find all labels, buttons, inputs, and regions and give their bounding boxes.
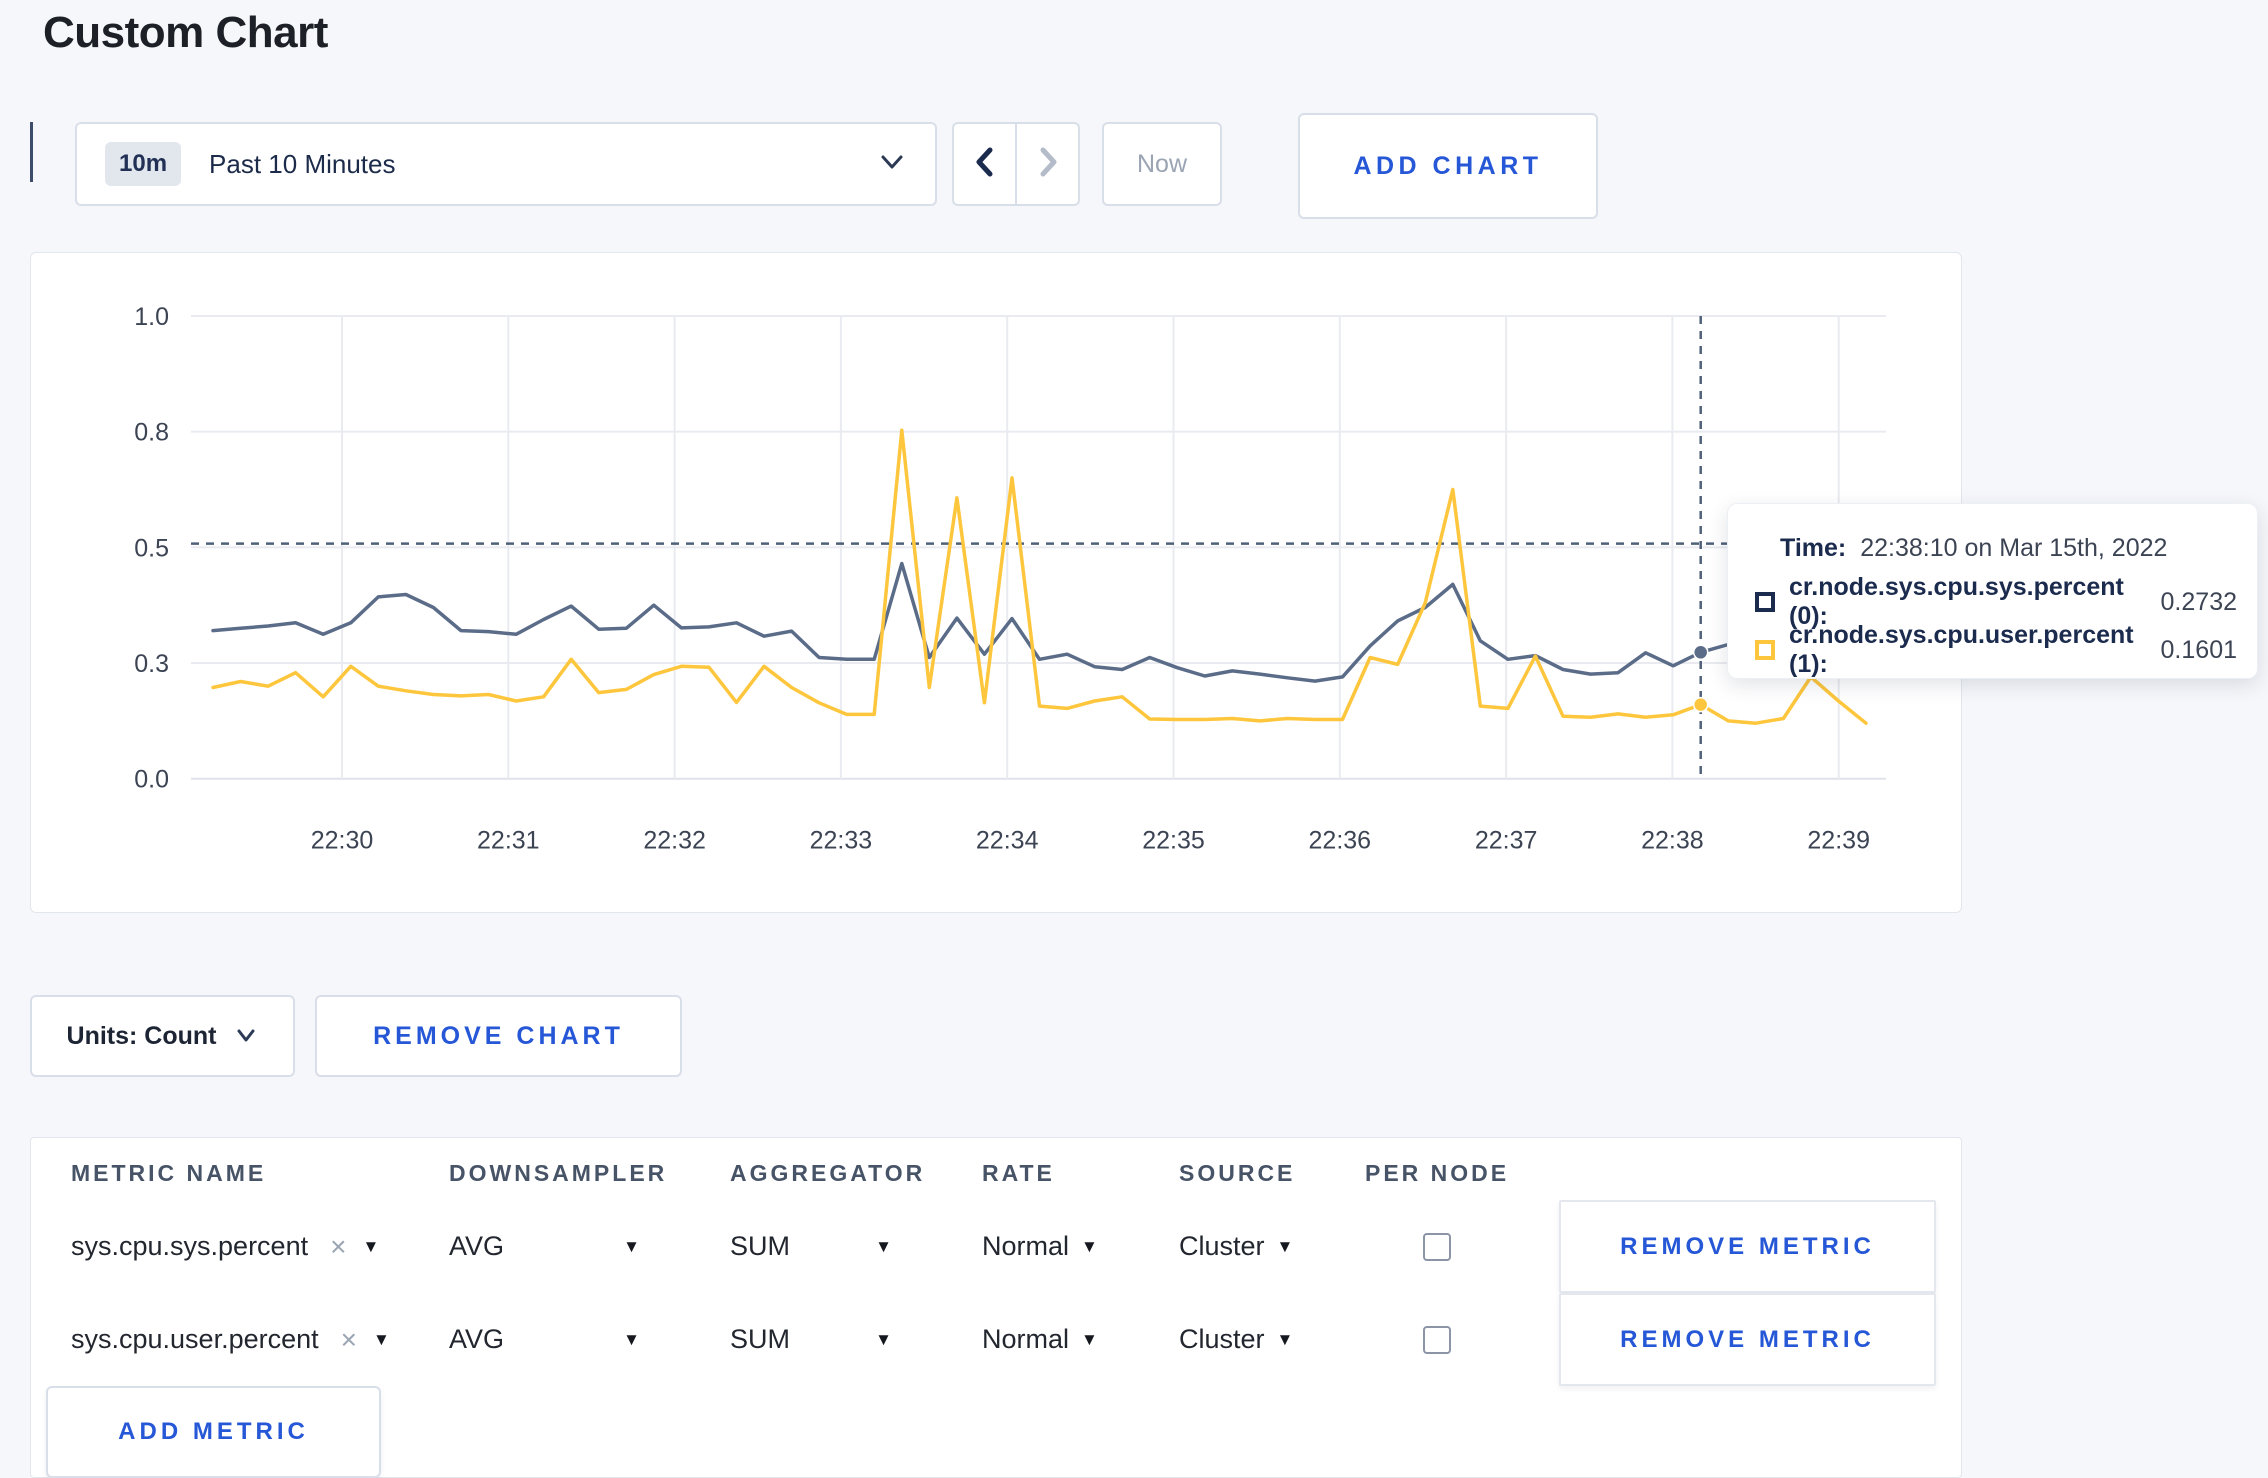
dropdown-caret-icon: ▼ <box>623 1329 640 1349</box>
prev-range-button[interactable] <box>954 124 1017 204</box>
y-tick-label: 0.5 <box>134 534 169 562</box>
chart-tooltip: Time: 22:38:10 on Mar 15th, 2022 cr.node… <box>1727 503 2258 679</box>
rate-select[interactable]: Normal ▼ <box>982 1231 1179 1262</box>
dropdown-caret-icon: ▼ <box>623 1236 640 1256</box>
x-tick-label: 22:38 <box>1641 827 1704 855</box>
chevron-down-icon <box>234 1022 258 1051</box>
col-header-aggregator: AGGREGATOR <box>730 1159 926 1186</box>
x-tick-label: 22:34 <box>976 827 1039 855</box>
metric-select[interactable]: sys.cpu.user.percent × ▼ <box>71 1324 449 1356</box>
chevron-down-icon <box>877 152 907 177</box>
add-chart-button[interactable]: ADD CHART <box>1298 113 1598 219</box>
aggregator-select[interactable]: SUM ▼ <box>730 1324 982 1355</box>
time-range-label: Past 10 Minutes <box>209 148 396 179</box>
remove-metric-button[interactable]: REMOVE METRIC <box>1559 1293 1936 1386</box>
dropdown-caret-icon[interactable]: ▼ <box>373 1330 390 1350</box>
x-tick-label: 22:35 <box>1142 827 1205 855</box>
toolbar-left-rule <box>30 122 33 182</box>
source-value: Cluster <box>1179 1324 1265 1354</box>
downsampler-value: AVG <box>449 1324 505 1354</box>
time-range-pager <box>952 122 1080 206</box>
x-tick-label: 22:36 <box>1309 827 1372 855</box>
tooltip-series-row: cr.node.sys.cpu.sys.percent (0): 0.2732 <box>1755 573 2237 630</box>
x-tick-label: 22:33 <box>810 827 873 855</box>
hover-point-0 <box>1692 644 1709 661</box>
x-tick-label: 22:31 <box>477 827 540 855</box>
tooltip-series-value: 0.1601 <box>2160 635 2237 664</box>
add-metric-button[interactable]: ADD METRIC <box>46 1386 381 1478</box>
clear-metric-icon[interactable]: × <box>341 1324 357 1356</box>
tooltip-series-value: 0.2732 <box>2160 587 2237 616</box>
dropdown-caret-icon[interactable]: ▼ <box>362 1237 379 1257</box>
metrics-table-card: METRIC NAME DOWNSAMPLER AGGREGATOR RATE … <box>30 1137 1962 1478</box>
next-range-button[interactable] <box>1017 124 1078 204</box>
source-select[interactable]: Cluster ▼ <box>1179 1324 1365 1355</box>
col-header-source: SOURCE <box>1179 1159 1296 1186</box>
dropdown-caret-icon: ▼ <box>1081 1236 1098 1256</box>
dropdown-caret-icon: ▼ <box>875 1236 892 1256</box>
x-tick-label: 22:30 <box>311 827 374 855</box>
metric-row: sys.cpu.sys.percent × ▼ AVG ▼ SUM ▼ Norm… <box>31 1200 1961 1293</box>
source-value: Cluster <box>1179 1231 1265 1261</box>
downsampler-select[interactable]: AVG ▼ <box>449 1231 730 1262</box>
y-tick-label: 0.8 <box>134 419 169 447</box>
metric-select[interactable]: sys.cpu.sys.percent × ▼ <box>71 1231 449 1263</box>
metric-name: sys.cpu.sys.percent <box>71 1231 309 1261</box>
tooltip-series-label: cr.node.sys.cpu.user.percent (1): <box>1789 621 2134 678</box>
custom-chart-page: Custom Chart 10m Past 10 Minutes Now ADD… <box>0 0 2268 1478</box>
col-header-rate: RATE <box>982 1159 1055 1186</box>
y-gridlines: 0.0 0.3 0.5 0.8 1.0 <box>134 303 1886 794</box>
x-tick-label: 22:37 <box>1475 827 1538 855</box>
series-swatch-user <box>1755 640 1775 660</box>
chevron-left-icon <box>972 145 998 184</box>
dropdown-caret-icon: ▼ <box>1276 1329 1294 1349</box>
x-gridlines: 22:30 22:31 22:32 22:33 22:34 22:35 22:36 22:37… <box>311 316 1870 855</box>
tooltip-time: Time: 22:38:10 on Mar 15th, 2022 <box>1780 532 2237 564</box>
col-header-per-node: PER NODE <box>1365 1159 1510 1186</box>
col-header-metric-name: METRIC NAME <box>71 1159 267 1186</box>
y-tick-label: 0.0 <box>134 766 169 794</box>
source-select[interactable]: Cluster ▼ <box>1179 1231 1365 1262</box>
aggregator-select[interactable]: SUM ▼ <box>730 1231 982 1262</box>
per-node-checkbox[interactable] <box>1423 1325 1451 1354</box>
series-line-1 <box>211 428 1868 725</box>
metric-name: sys.cpu.user.percent <box>71 1324 319 1354</box>
x-tick-label: 22:39 <box>1807 827 1870 855</box>
metric-row: sys.cpu.user.percent × ▼ AVG ▼ SUM ▼ Nor… <box>31 1293 1961 1386</box>
dropdown-caret-icon: ▼ <box>875 1329 892 1349</box>
rate-value: Normal <box>982 1324 1070 1354</box>
per-node-checkbox[interactable] <box>1423 1232 1451 1261</box>
x-tick-label: 22:32 <box>643 827 706 855</box>
series-swatch-sys <box>1755 592 1775 612</box>
y-tick-label: 0.3 <box>134 650 169 678</box>
downsampler-value: AVG <box>449 1231 505 1261</box>
tooltip-time-value: 22:38:10 on Mar 15th, 2022 <box>1860 533 2168 562</box>
hover-point-1 <box>1692 696 1709 713</box>
remove-chart-button[interactable]: REMOVE CHART <box>315 995 682 1077</box>
chart-card: 0.0 0.3 0.5 0.8 1.0 22:30 22:31 22:32 22:33 22:34… <box>30 252 1962 913</box>
aggregator-value: SUM <box>730 1324 790 1354</box>
clear-metric-icon[interactable]: × <box>330 1231 346 1263</box>
aggregator-value: SUM <box>730 1231 790 1261</box>
y-tick-label: 1.0 <box>134 303 169 331</box>
metrics-table-header: METRIC NAME DOWNSAMPLER AGGREGATOR RATE … <box>31 1138 1961 1200</box>
time-range-dropdown[interactable]: 10m Past 10 Minutes <box>75 122 937 206</box>
units-dropdown[interactable]: Units: Count <box>30 995 295 1077</box>
page-title: Custom Chart <box>43 8 328 57</box>
tooltip-series-row: cr.node.sys.cpu.user.percent (1): 0.1601 <box>1755 621 2237 678</box>
col-header-downsampler: DOWNSAMPLER <box>449 1159 668 1186</box>
tooltip-time-label: Time: <box>1780 533 1847 562</box>
chevron-right-icon <box>1035 145 1061 184</box>
time-range-badge: 10m <box>105 142 182 186</box>
remove-metric-button[interactable]: REMOVE METRIC <box>1559 1200 1936 1293</box>
now-button[interactable]: Now <box>1102 122 1222 206</box>
rate-select[interactable]: Normal ▼ <box>982 1324 1179 1355</box>
timeseries-chart[interactable]: 0.0 0.3 0.5 0.8 1.0 22:30 22:31 22:32 22:33 22:34… <box>31 253 1961 912</box>
dropdown-caret-icon: ▼ <box>1276 1236 1294 1256</box>
downsampler-select[interactable]: AVG ▼ <box>449 1324 730 1355</box>
dropdown-caret-icon: ▼ <box>1081 1329 1098 1349</box>
units-label: Units: Count <box>66 1021 217 1050</box>
rate-value: Normal <box>982 1231 1070 1261</box>
